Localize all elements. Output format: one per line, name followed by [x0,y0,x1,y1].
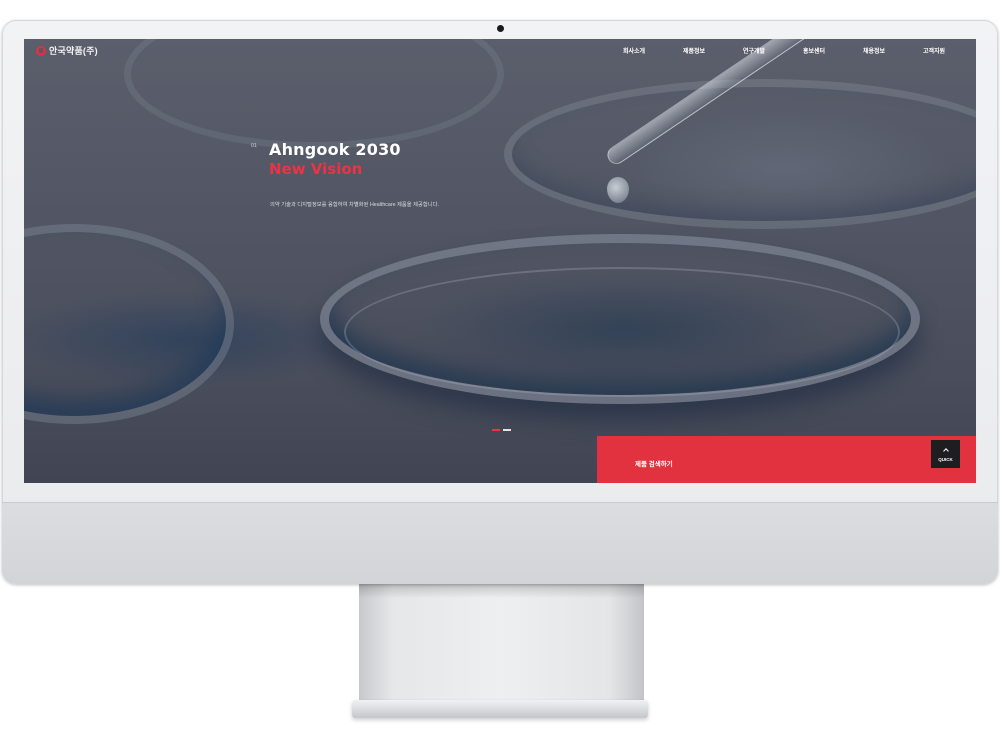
nav-item-research[interactable]: 연구개발 [724,46,784,55]
site-logo[interactable]: 안국약품(주) [36,44,98,57]
nav-item-careers[interactable]: 채용정보 [844,46,904,55]
pagination-dot-2[interactable] [503,429,511,431]
product-search-panel[interactable]: 제품 검색하기 QUICK [597,436,976,483]
monitor-stand-foot [352,700,648,718]
logo-text: 안국약품(주) [49,46,98,56]
hero-description: 의약 기술과 디지털정보를 융합하여 차별화된 Healthcare 제품을 제… [270,202,439,208]
quick-button[interactable]: QUICK [931,440,960,468]
hero-subtitle: New Vision [269,160,363,178]
camera-icon [497,25,504,32]
slide-number: 01 [251,143,258,149]
nav-item-products[interactable]: 제품정보 [664,46,724,55]
hero-title: Ahngook 2030 [269,140,401,159]
nav-item-support[interactable]: 고객지원 [904,46,964,55]
nav-item-company[interactable]: 회사소개 [604,46,664,55]
nav-item-pr-center[interactable]: 홍보센터 [784,46,844,55]
monitor-stand-shadow [359,584,644,598]
logo-icon [36,45,46,56]
monitor-chin [2,502,998,584]
quick-label: QUICK [938,456,953,462]
product-search-label: 제품 검색하기 [635,461,673,468]
website-screen: 안국약품(주) 회사소개 제품정보 연구개발 홍보센터 채용정보 고객지원 01… [24,39,976,483]
main-nav: 회사소개 제품정보 연구개발 홍보센터 채용정보 고객지원 [604,46,964,55]
petri-dish-image [344,267,900,397]
chevron-up-icon [942,447,949,454]
slide-pagination [492,429,511,431]
monitor-stand-neck [359,584,644,702]
pagination-dot-1[interactable] [492,429,500,431]
